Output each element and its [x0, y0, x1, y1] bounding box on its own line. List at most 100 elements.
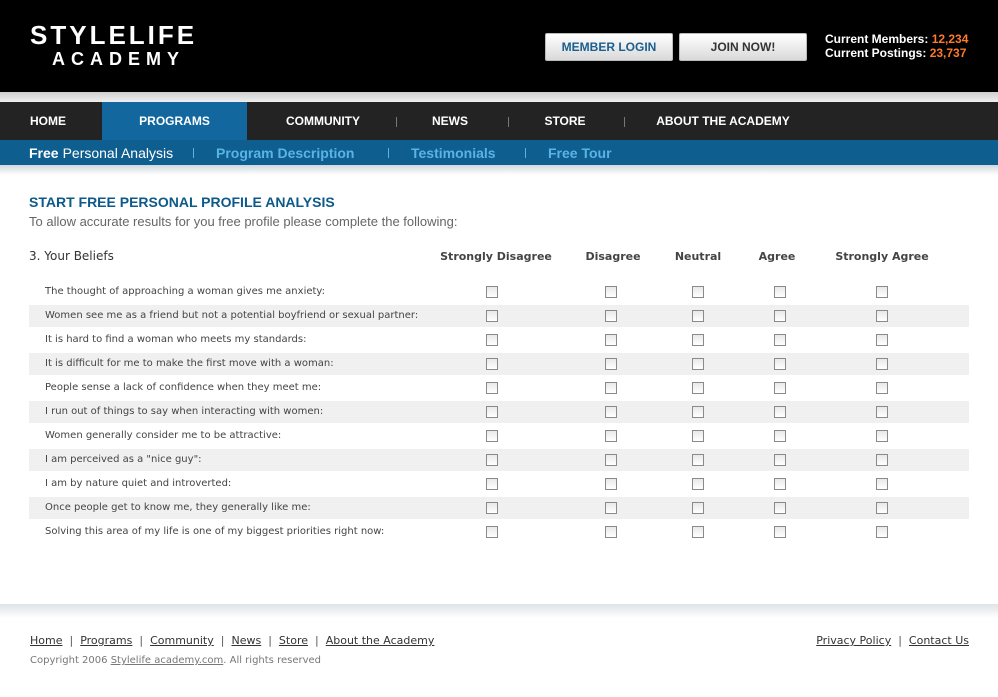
subnav-item-testimonials[interactable]: Testimonials: [411, 140, 496, 165]
footer-link-store[interactable]: Store: [279, 634, 308, 647]
checkbox-agree[interactable]: [774, 406, 786, 418]
subnav-item-program-description[interactable]: Program Description: [216, 140, 354, 165]
subnav-active-bold: Free: [29, 144, 59, 161]
nav-separator: [396, 117, 397, 127]
checkbox-disagree[interactable]: [605, 406, 617, 418]
question-label: Once people get to know me, they general…: [45, 502, 311, 513]
checkbox-agree[interactable]: [774, 454, 786, 466]
checkbox-strongly-disagree[interactable]: [486, 430, 498, 442]
checkbox-agree[interactable]: [774, 358, 786, 370]
checkbox-neutral[interactable]: [692, 286, 704, 298]
footer-link-community[interactable]: Community: [150, 634, 214, 647]
nav-item-news[interactable]: NEWS: [425, 102, 475, 140]
checkbox-disagree[interactable]: [605, 382, 617, 394]
footer-link-about[interactable]: About the Academy: [326, 634, 435, 647]
checkbox-strongly-disagree[interactable]: [486, 454, 498, 466]
checkbox-disagree[interactable]: [605, 430, 617, 442]
members-label: Current Members:: [825, 32, 929, 46]
checkbox-strongly-agree[interactable]: [876, 454, 888, 466]
column-neutral: Neutral: [674, 250, 722, 263]
subnav-separator: [388, 148, 389, 158]
postings-label: Current Postings:: [825, 46, 927, 60]
checkbox-disagree[interactable]: [605, 526, 617, 538]
table-row: I run out of things to say when interact…: [29, 401, 969, 423]
checkbox-neutral[interactable]: [692, 310, 704, 322]
checkbox-strongly-disagree[interactable]: [486, 382, 498, 394]
checkbox-strongly-disagree[interactable]: [486, 478, 498, 490]
nav-item-home[interactable]: HOME: [18, 102, 78, 140]
checkbox-agree[interactable]: [774, 286, 786, 298]
checkbox-strongly-agree[interactable]: [876, 430, 888, 442]
checkbox-neutral[interactable]: [692, 526, 704, 538]
checkbox-strongly-agree[interactable]: [876, 502, 888, 514]
question-label: It is hard to find a woman who meets my …: [45, 334, 307, 345]
checkbox-agree[interactable]: [774, 502, 786, 514]
checkbox-neutral[interactable]: [692, 454, 704, 466]
table-row: Women see me as a friend but not a poten…: [29, 305, 969, 327]
stylelife-logo[interactable]: STYLELIFE ACADEMY: [30, 22, 197, 68]
table-row: Women generally consider me to be attrac…: [29, 425, 969, 447]
main-nav: HOME PROGRAMS COMMUNITY NEWS STORE ABOUT…: [0, 102, 998, 140]
checkbox-neutral[interactable]: [692, 478, 704, 490]
member-login-button[interactable]: MEMBER LOGIN: [545, 33, 673, 61]
footer-legal-nav: Privacy Policy | Contact Us: [816, 634, 969, 647]
checkbox-strongly-disagree[interactable]: [486, 286, 498, 298]
subnav-item-free-analysis[interactable]: Free Personal Analysis: [29, 140, 173, 165]
checkbox-strongly-disagree[interactable]: [486, 502, 498, 514]
checkbox-strongly-agree[interactable]: [876, 478, 888, 490]
footer-link-news[interactable]: News: [231, 634, 261, 647]
checkbox-disagree[interactable]: [605, 334, 617, 346]
nav-item-community[interactable]: COMMUNITY: [280, 102, 366, 140]
footer-link-home[interactable]: Home: [30, 634, 62, 647]
checkbox-disagree[interactable]: [605, 286, 617, 298]
checkbox-agree[interactable]: [774, 334, 786, 346]
nav-item-store[interactable]: STORE: [536, 102, 594, 140]
site-header: STYLELIFE ACADEMY MEMBER LOGIN JOIN NOW!…: [0, 0, 998, 92]
copyright-suffix: . All rights reserved: [223, 655, 322, 666]
nav-item-programs[interactable]: PROGRAMS: [102, 102, 247, 140]
footer-link-contact[interactable]: Contact Us: [909, 634, 969, 647]
table-row: Once people get to know me, they general…: [29, 497, 969, 519]
nav-item-about[interactable]: ABOUT THE ACADEMY: [650, 102, 796, 140]
footer-link-programs[interactable]: Programs: [80, 634, 132, 647]
checkbox-agree[interactable]: [774, 478, 786, 490]
checkbox-neutral[interactable]: [692, 406, 704, 418]
checkbox-strongly-agree[interactable]: [876, 334, 888, 346]
subnav-separator: [193, 148, 194, 158]
table-row: I am perceived as a "nice guy":: [29, 449, 969, 471]
subnav-item-free-tour[interactable]: Free Tour: [548, 140, 612, 165]
checkbox-neutral[interactable]: [692, 430, 704, 442]
checkbox-strongly-agree[interactable]: [876, 310, 888, 322]
checkbox-strongly-agree[interactable]: [876, 382, 888, 394]
column-strongly-agree: Strongly Agree: [835, 250, 929, 263]
checkbox-disagree[interactable]: [605, 478, 617, 490]
checkbox-strongly-disagree[interactable]: [486, 334, 498, 346]
question-label: Women generally consider me to be attrac…: [45, 430, 282, 441]
checkbox-strongly-disagree[interactable]: [486, 406, 498, 418]
sub-nav: Free Personal Analysis Program Descripti…: [0, 140, 998, 165]
join-now-button[interactable]: JOIN NOW!: [679, 33, 807, 61]
checkbox-agree[interactable]: [774, 310, 786, 322]
checkbox-agree[interactable]: [774, 430, 786, 442]
checkbox-neutral[interactable]: [692, 334, 704, 346]
checkbox-strongly-disagree[interactable]: [486, 358, 498, 370]
checkbox-strongly-agree[interactable]: [876, 358, 888, 370]
checkbox-strongly-disagree[interactable]: [486, 526, 498, 538]
table-row: It is hard to find a woman who meets my …: [29, 329, 969, 351]
checkbox-strongly-disagree[interactable]: [486, 310, 498, 322]
footer-link-privacy[interactable]: Privacy Policy: [816, 634, 891, 647]
checkbox-disagree[interactable]: [605, 454, 617, 466]
members-count: 12,234: [931, 32, 969, 46]
checkbox-neutral[interactable]: [692, 382, 704, 394]
checkbox-strongly-agree[interactable]: [876, 286, 888, 298]
checkbox-neutral[interactable]: [692, 502, 704, 514]
checkbox-agree[interactable]: [774, 382, 786, 394]
checkbox-disagree[interactable]: [605, 358, 617, 370]
checkbox-strongly-agree[interactable]: [876, 526, 888, 538]
checkbox-disagree[interactable]: [605, 502, 617, 514]
checkbox-strongly-agree[interactable]: [876, 406, 888, 418]
checkbox-disagree[interactable]: [605, 310, 617, 322]
copyright-site-link[interactable]: Stylelife academy.com: [111, 655, 224, 666]
checkbox-neutral[interactable]: [692, 358, 704, 370]
checkbox-agree[interactable]: [774, 526, 786, 538]
